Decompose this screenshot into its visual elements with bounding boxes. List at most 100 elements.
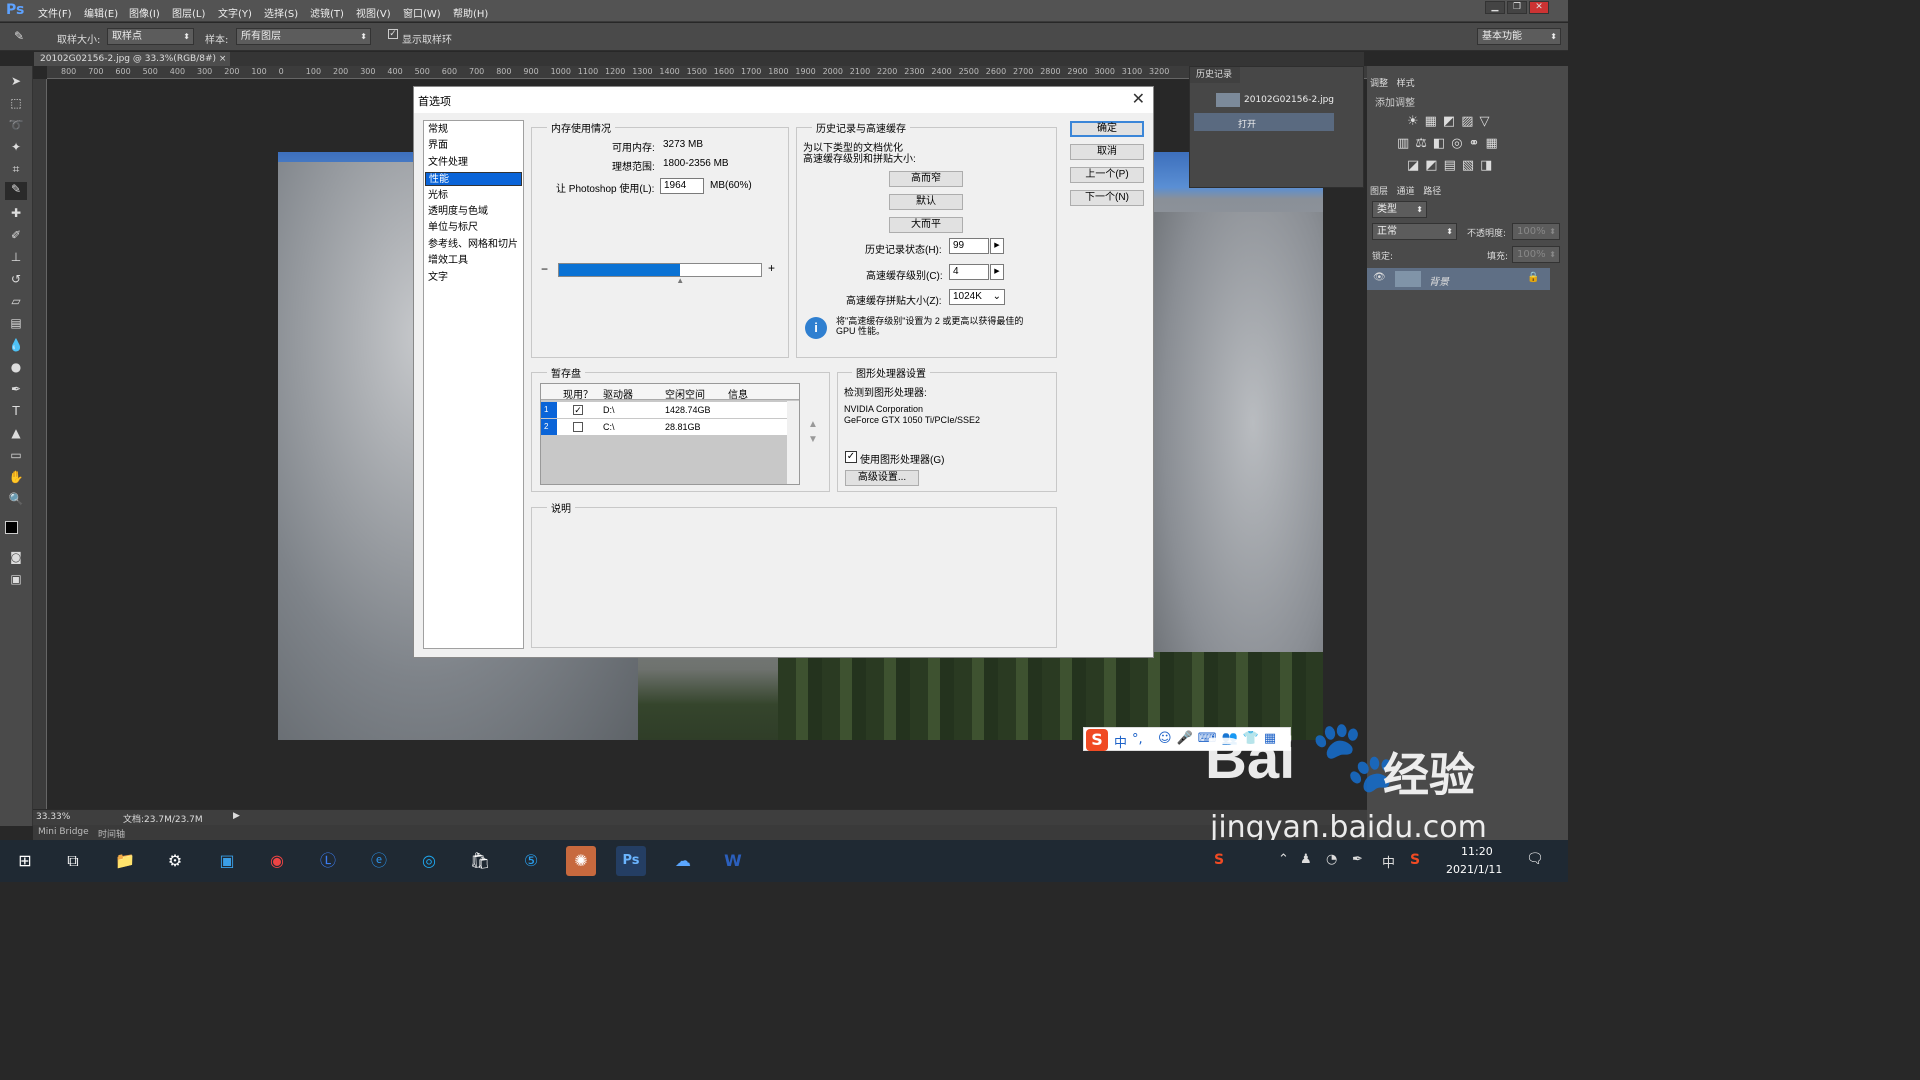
use-gpu-checkbox[interactable]: ✓: [845, 451, 857, 463]
menu-filter[interactable]: 滤镜(T): [310, 5, 344, 20]
type-tool-icon[interactable]: T: [5, 404, 27, 422]
menu-select[interactable]: 选择(S): [264, 5, 298, 20]
marquee-tool-icon[interactable]: ⬚: [5, 96, 27, 114]
adjustment-icons-row-3[interactable]: ◪◩▤▧◨: [1407, 158, 1498, 173]
move-tool-icon[interactable]: ➤: [5, 74, 27, 92]
history-brush-icon[interactable]: ↺: [5, 272, 27, 290]
tray-expand-icon[interactable]: ⌃: [1278, 852, 1289, 867]
workspace-select[interactable]: 基本功能: [1477, 28, 1561, 45]
menu-type[interactable]: 文字(Y): [218, 5, 252, 20]
restore-icon[interactable]: ❐: [1507, 1, 1527, 14]
task-view-icon[interactable]: ⧉: [58, 846, 88, 876]
opacity-input[interactable]: 100%: [1512, 223, 1560, 240]
photoshop-taskbar-icon[interactable]: Ps: [616, 846, 646, 876]
pen-tool-icon[interactable]: ✒: [5, 382, 27, 400]
col-free-space[interactable]: 空闲空间: [665, 386, 705, 401]
eyedropper-icon[interactable]: ✎: [14, 29, 24, 43]
cache-levels-arrow-icon[interactable]: ▶: [990, 264, 1004, 280]
scratch-active-checkbox[interactable]: ✓: [573, 405, 583, 415]
tray-app-icon[interactable]: ♟: [1300, 852, 1312, 867]
default-button[interactable]: 默认: [889, 194, 963, 210]
crop-tool-icon[interactable]: ⌗: [5, 162, 27, 180]
show-ring-checkbox[interactable]: ✓: [388, 29, 398, 39]
quick-mask-icon[interactable]: ◙: [5, 550, 27, 568]
shape-tool-icon[interactable]: ▭: [5, 448, 27, 466]
menu-file[interactable]: 文件(F): [38, 5, 72, 20]
close-icon[interactable]: ✕: [1529, 1, 1549, 14]
scratch-row[interactable]: 2 C:\ 28.81GB: [541, 419, 787, 435]
layer-row-background[interactable]: 👁 背景 🔒: [1367, 268, 1550, 290]
path-select-icon[interactable]: ▲: [5, 426, 27, 444]
memory-slider-track[interactable]: [558, 263, 762, 277]
dialog-close-icon[interactable]: ✕: [1132, 89, 1145, 109]
layer-filter-select[interactable]: 类型: [1372, 201, 1427, 218]
menu-layer[interactable]: 图层(L): [172, 5, 205, 20]
dodge-tool-icon[interactable]: ●: [5, 360, 27, 378]
lasso-tool-icon[interactable]: ➰: [5, 118, 27, 136]
big-flat-button[interactable]: 大而平: [889, 217, 963, 233]
fill-input[interactable]: 100%: [1512, 246, 1560, 263]
adjustment-icons-row[interactable]: ☀▦◩▨▽: [1407, 114, 1496, 129]
memory-decrease-icon[interactable]: −: [541, 262, 548, 276]
ok-button[interactable]: 确定: [1070, 121, 1144, 137]
memory-use-input[interactable]: 1964: [660, 178, 704, 194]
zoom-tool-icon[interactable]: 🔍: [5, 492, 27, 510]
ie-icon[interactable]: ⓔ: [364, 846, 394, 876]
move-up-arrow-icon[interactable]: ▲: [808, 419, 818, 430]
category-units[interactable]: 单位与标尺: [425, 221, 522, 235]
sogou-logo-icon[interactable]: S: [1086, 729, 1108, 751]
app-sun-icon[interactable]: ✺: [566, 846, 596, 876]
pen-icon[interactable]: ✒: [1352, 852, 1363, 867]
cache-tile-size-select[interactable]: 1024K ⌄: [949, 289, 1005, 305]
word-icon[interactable]: W: [718, 846, 748, 876]
qq-browser-icon[interactable]: ◎: [414, 846, 444, 876]
ime-punctuation[interactable]: °,: [1132, 732, 1143, 747]
tab-styles[interactable]: 样式: [1397, 79, 1415, 89]
file-explorer-icon[interactable]: 📁: [110, 846, 140, 876]
menu-view[interactable]: 视图(V): [356, 5, 391, 20]
move-down-arrow-icon[interactable]: ▼: [808, 434, 818, 445]
sample-size-select[interactable]: 取样点: [107, 28, 194, 45]
visibility-eye-icon[interactable]: 👁: [1373, 272, 1386, 283]
clock-date[interactable]: 2021/1/11: [1446, 863, 1502, 876]
hand-tool-icon[interactable]: ✋: [5, 470, 27, 488]
notifications-icon[interactable]: 🗨: [1526, 851, 1544, 867]
category-performance[interactable]: 性能: [425, 172, 522, 186]
scratch-active-checkbox[interactable]: [573, 422, 583, 432]
gradient-tool-icon[interactable]: ▤: [5, 316, 27, 334]
photos-icon[interactable]: ▣: [212, 846, 242, 876]
foreground-color-swatch[interactable]: [5, 521, 18, 534]
adjustment-icons-row-2[interactable]: ▥⚖◧◎⚭▦: [1397, 136, 1504, 151]
history-snapshot[interactable]: 20102G02156-2.jpg: [1194, 91, 1339, 109]
tab-mini-bridge[interactable]: Mini Bridge: [38, 827, 89, 837]
network-icon[interactable]: ◔: [1326, 852, 1337, 867]
brush-tool-icon[interactable]: ✐: [5, 228, 27, 246]
category-general[interactable]: 常规: [425, 123, 522, 137]
clock-time[interactable]: 11:20: [1461, 845, 1493, 858]
history-states-input[interactable]: 99: [949, 238, 989, 254]
app-s-icon[interactable]: ⑤: [516, 846, 546, 876]
baidu-netdisk-icon[interactable]: ☁: [668, 846, 698, 876]
history-state-open[interactable]: 打开: [1194, 113, 1334, 131]
store-icon[interactable]: 🛍: [465, 846, 495, 876]
tab-history[interactable]: 历史记录: [1190, 67, 1240, 83]
eraser-tool-icon[interactable]: ▱: [5, 294, 27, 312]
sogou-ime-tray-icon[interactable]: S: [1410, 852, 1420, 868]
sample-select[interactable]: 所有图层: [236, 28, 371, 45]
next-button[interactable]: 下一个(N): [1070, 190, 1144, 206]
ime-mode-chinese[interactable]: 中: [1114, 732, 1127, 751]
healing-brush-icon[interactable]: ✚: [5, 206, 27, 224]
tab-close-icon[interactable]: ×: [219, 54, 227, 64]
stamp-tool-icon[interactable]: ⊥: [5, 250, 27, 268]
menu-window[interactable]: 窗口(W): [403, 5, 441, 20]
col-active[interactable]: 现用？: [563, 386, 593, 401]
tall-thin-button[interactable]: 高而窄: [889, 171, 963, 187]
memory-slider-thumb[interactable]: ▲: [676, 276, 684, 285]
minimize-icon[interactable]: ▁: [1485, 1, 1505, 14]
category-guides[interactable]: 参考线、网格和切片: [425, 238, 522, 252]
menu-edit[interactable]: 编辑(E): [84, 5, 118, 20]
status-menu-arrow-icon[interactable]: ▶: [233, 811, 240, 821]
category-plugins[interactable]: 增效工具: [425, 254, 522, 268]
tab-layers[interactable]: 图层: [1370, 187, 1388, 197]
windows-start-icon[interactable]: ⊞: [10, 846, 40, 876]
